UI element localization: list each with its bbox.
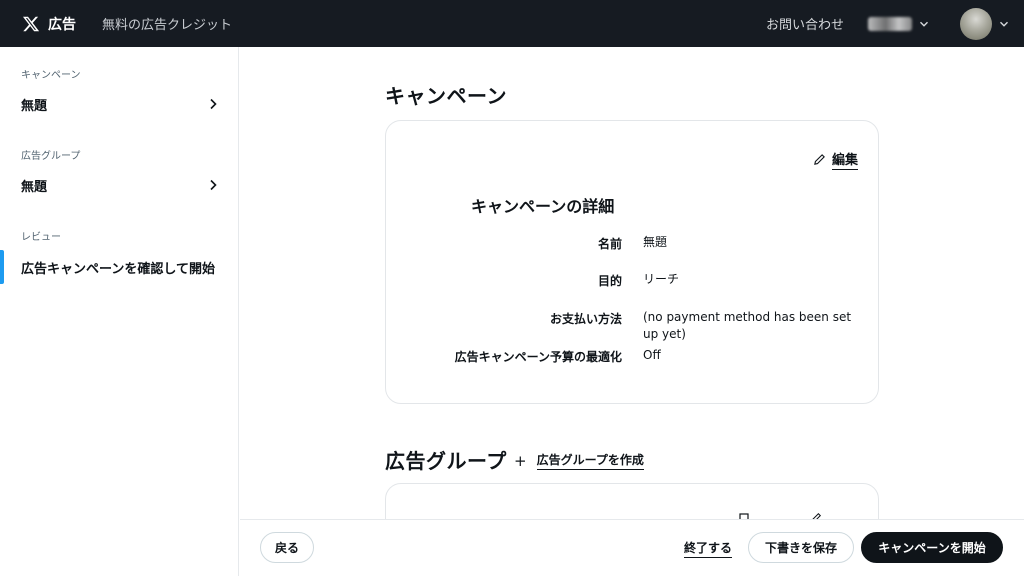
launch-campaign-button[interactable]: キャンペーンを開始 xyxy=(861,532,1003,563)
back-button[interactable]: 戻る xyxy=(260,532,314,563)
detail-label-name: 名前 xyxy=(597,237,622,251)
finish-button[interactable]: 終了する xyxy=(684,539,733,558)
footer-action-bar: 戻る 終了する 下書きを保存 キャンペーンを開始 xyxy=(240,519,1024,576)
free-ad-credit-link[interactable]: 無料の広告クレジット xyxy=(102,14,232,33)
plus-icon: + xyxy=(514,451,527,470)
detail-label-objective: 目的 xyxy=(597,274,622,288)
sidebar-item-label: 無題 xyxy=(21,98,48,114)
account-switcher[interactable] xyxy=(868,16,930,31)
campaign-heading: キャンペーン xyxy=(385,84,507,108)
chevron-right-icon xyxy=(210,179,217,191)
detail-label-payment: お支払い方法 xyxy=(549,312,622,326)
sidebar-section-adgroup: 広告グループ xyxy=(21,151,81,162)
detail-value-budget-optimization: Off xyxy=(643,348,661,362)
sidebar-item-review[interactable]: 広告キャンペーンを確認して開始 xyxy=(0,249,238,285)
brand-name: 広告 xyxy=(48,16,76,33)
detail-value-objective: リーチ xyxy=(643,272,680,286)
sidebar: キャンペーン 無題 広告グループ 無題 レビュー 広告キャンペーンを確認して開始 xyxy=(0,47,239,576)
topbar-right: お問い合わせ xyxy=(766,0,1024,47)
adgroup-heading: 広告グループ xyxy=(385,449,507,473)
sidebar-item-adgroup[interactable]: 無題 xyxy=(0,167,238,203)
contact-link[interactable]: お問い合わせ xyxy=(766,14,844,33)
edit-label: 編集 xyxy=(831,149,858,170)
sidebar-item-campaign[interactable]: 無題 xyxy=(0,86,238,122)
top-bar: 広告 無料の広告クレジット お問い合わせ xyxy=(0,0,1024,47)
campaign-details-card: 編集 キャンペーンの詳細 名前 無題 目的 リーチ お支払い方法 (no pay… xyxy=(385,120,879,404)
main-content: キャンペーン 編集 キャンペーンの詳細 名前 無題 目的 リーチ お支払い方法 … xyxy=(240,47,1024,519)
sidebar-item-label: 広告キャンペーンを確認して開始 xyxy=(21,261,215,277)
edit-campaign-button[interactable]: 編集 xyxy=(813,149,858,170)
sidebar-item-label: 無題 xyxy=(21,179,48,195)
details-title: キャンペーンの詳細 xyxy=(471,197,615,216)
detail-label-budget-optimization: 広告キャンペーン予算の最適化 xyxy=(454,350,622,364)
pencil-icon[interactable] xyxy=(810,512,822,519)
chevron-down-icon xyxy=(920,21,928,27)
detail-value-name: 無題 xyxy=(643,235,668,249)
save-draft-button[interactable]: 下書きを保存 xyxy=(748,532,854,563)
adgroup-card xyxy=(385,483,879,519)
create-adgroup-button[interactable]: + 広告グループを作成 xyxy=(514,451,644,470)
sidebar-section-review: レビュー xyxy=(21,232,61,243)
chevron-down-icon[interactable] xyxy=(998,18,1010,30)
pencil-icon xyxy=(814,154,825,165)
x-logo-icon xyxy=(22,16,40,31)
detail-value-payment: (no payment method has been set up yet) xyxy=(643,310,852,341)
avatar[interactable] xyxy=(960,7,992,40)
chevron-right-icon xyxy=(210,98,217,110)
brand[interactable]: 広告 xyxy=(22,14,76,34)
copy-icon[interactable] xyxy=(738,512,750,519)
account-name-blurred xyxy=(868,16,912,31)
create-adgroup-label: 広告グループを作成 xyxy=(536,451,644,470)
sidebar-section-campaign: キャンペーン xyxy=(21,70,81,81)
